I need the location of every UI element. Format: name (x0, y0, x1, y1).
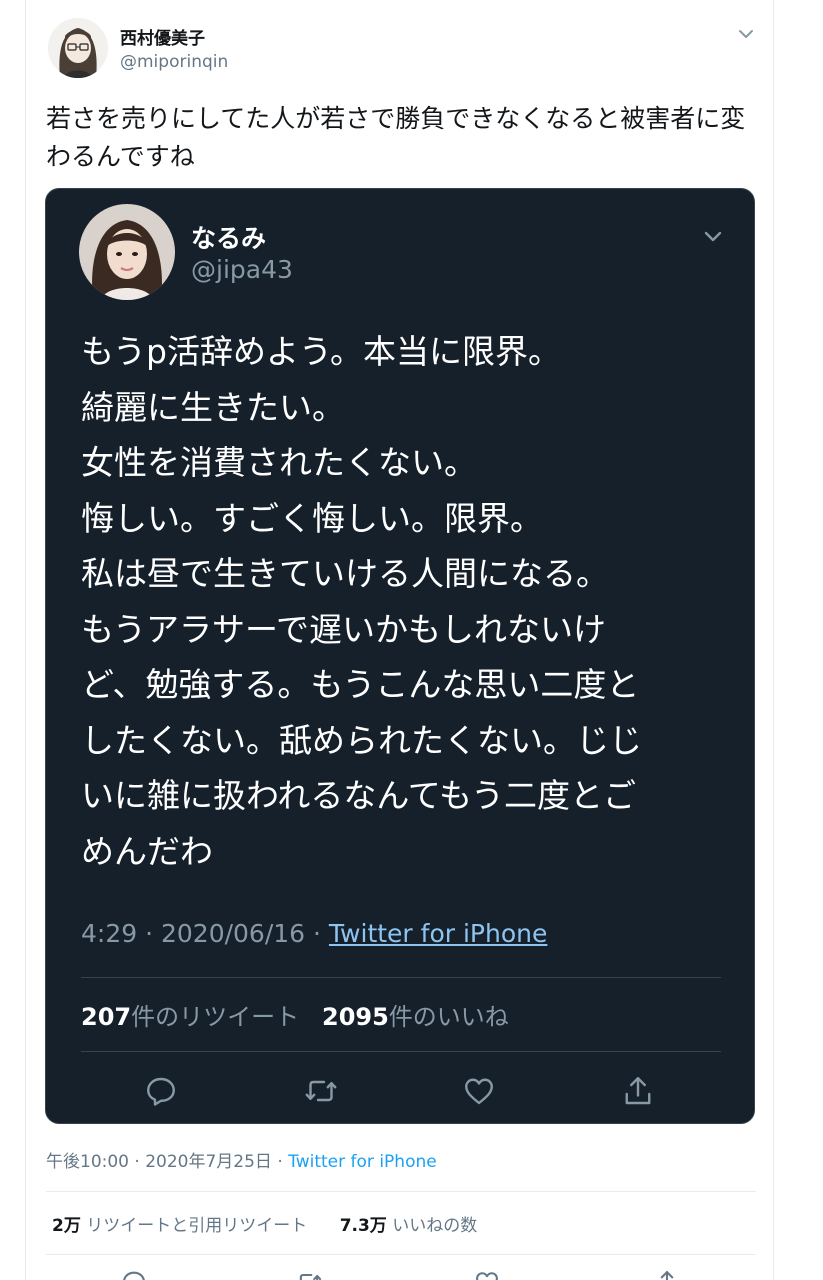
chevron-down-icon[interactable] (734, 22, 758, 46)
tweet-text: 若さを売りにしてた人が若さで勝負できなくなると被害者に変わるんですね (46, 104, 746, 171)
display-name[interactable]: 西村優美子 (120, 24, 205, 49)
quoted-timestamp: 4:29 · 2020/06/16 · Twitter for iPhone (81, 919, 547, 948)
quoted-text-line: 悔しい。すごく悔しい。限界。 (81, 498, 543, 538)
source-link[interactable]: Twitter for iPhone (288, 1152, 437, 1172)
quoted-meta-separator: · (137, 919, 161, 948)
tweet-time: 午後10:00 (46, 1152, 129, 1172)
quoted-text-line: 綺麗に生きたい。 (81, 387, 345, 427)
meta-separator: · (129, 1152, 146, 1172)
quoted-like-label[interactable]: 件のいいね (389, 1003, 509, 1031)
chevron-down-icon[interactable] (698, 221, 728, 251)
reply-icon[interactable] (143, 1073, 179, 1109)
quoted-stats: 207件のリツイート 2095件のいいね (81, 997, 509, 1032)
meta-separator: · (271, 1152, 289, 1172)
quoted-text-line: もうアラサーで遅いかもしれないけ (81, 609, 607, 649)
tweet-card: 西村優美子 @miporinqin 若さを売りにしてた人が若さで勝負できなくなる… (26, 0, 773, 1280)
quoted-source-link[interactable]: Twitter for iPhone (329, 919, 547, 948)
heart-icon[interactable] (461, 1073, 497, 1109)
quoted-text-line: いに雑に扱われるなんてもう二度とご (81, 776, 637, 815)
retweet-count[interactable]: 2万 (52, 1216, 81, 1236)
divider (46, 1254, 756, 1255)
tweet-stats: 2万 リツイートと引用リツイート 7.3万 いいねの数 (52, 1211, 477, 1236)
quoted-tweet[interactable]: なるみ @jipa43 もうp活辞めよう。本当に限界。 綺麗に生きたい。 女性を… (45, 188, 755, 1124)
quoted-text-line: もうp活辞めよう。本当に限界。 (81, 332, 561, 371)
share-icon[interactable] (653, 1268, 681, 1280)
heart-icon[interactable] (473, 1268, 501, 1280)
divider (81, 1051, 721, 1052)
quoted-text-line: したくない。舐められたくない。じじ (81, 720, 642, 760)
tweet-timestamp: 午後10:00 · 2020年7月25日 · Twitter for iPhon… (46, 1147, 437, 1172)
quoted-display-name[interactable]: なるみ (191, 219, 266, 255)
quoted-retweet-count[interactable]: 207 (81, 1003, 131, 1031)
quoted-text-line: ど、勉強する。もうこんな思い二度と (81, 665, 640, 704)
quoted-like-count[interactable]: 2095 (322, 1003, 389, 1031)
avatar[interactable] (48, 18, 108, 78)
share-icon[interactable] (620, 1073, 656, 1109)
reply-icon[interactable] (120, 1268, 148, 1280)
tweet-date: 2020年7月25日 (145, 1152, 272, 1172)
retweet-icon[interactable] (295, 1268, 323, 1280)
quoted-tweet-text: もうp活辞めよう。本当に限界。 綺麗に生きたい。 女性を消費されたくない。 悔し… (81, 324, 731, 879)
quoted-retweet-label[interactable]: 件のリツイート (131, 1003, 299, 1031)
divider (81, 977, 721, 978)
quoted-avatar[interactable] (79, 204, 175, 300)
retweet-icon[interactable] (303, 1073, 339, 1109)
like-count[interactable]: 7.3万 (340, 1216, 387, 1236)
retweet-label[interactable]: リツイートと引用リツイート (86, 1216, 307, 1236)
handle[interactable]: @miporinqin (120, 52, 228, 72)
divider (46, 1191, 756, 1192)
quoted-handle[interactable]: @jipa43 (191, 255, 293, 284)
page-edge-right (773, 0, 774, 1280)
quoted-meta-separator: · (305, 919, 329, 948)
like-label[interactable]: いいねの数 (392, 1216, 477, 1236)
quoted-text-line: 女性を消費されたくない。 (81, 443, 477, 482)
quoted-text-line: めんだわ (81, 831, 213, 871)
quoted-text-line: 私は昼で生きていける人間になる。 (81, 554, 609, 593)
quoted-date: 2020/06/16 (160, 919, 306, 948)
quoted-time: 4:29 (81, 919, 138, 948)
